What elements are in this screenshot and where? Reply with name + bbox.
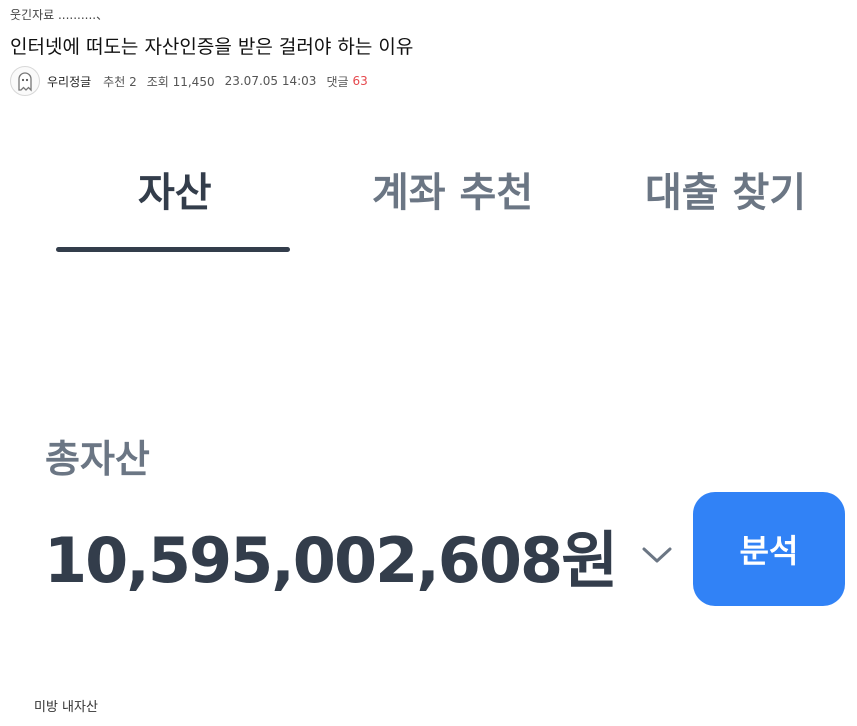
total-assets-value: 10,595,002,608원	[44, 524, 618, 597]
chevron-down-icon[interactable]	[640, 543, 674, 567]
active-tab-indicator	[56, 247, 290, 252]
post-title: 인터넷에 떠도는 자산인증을 받은 걸러야 하는 이유	[10, 36, 414, 58]
avatar[interactable]	[10, 66, 40, 96]
post-header: 웃긴자료 ..........、 인터넷에 떠도는 자산인증을 받은 걸러야 하…	[10, 6, 850, 60]
comments-count[interactable]: 63	[353, 74, 368, 88]
total-assets-row: 10,595,002,608원	[44, 510, 674, 600]
view-count: 조회 11,450	[146, 74, 215, 89]
image-caption: 미방 내자산	[34, 700, 98, 715]
post-date: 23.07.05 14:03	[224, 74, 317, 88]
tab-bar: 자산 계좌 추천 대출 찾기	[0, 150, 857, 255]
tab-account-recommend[interactable]: 계좌 추천	[372, 160, 533, 218]
post-category[interactable]: 웃긴자료 ..........、	[10, 6, 850, 24]
total-assets-label: 총자산	[45, 437, 150, 481]
tab-asset[interactable]: 자산	[138, 160, 212, 218]
analyze-button[interactable]: 분석	[693, 492, 845, 606]
author-name[interactable]: 우리정글	[47, 73, 91, 90]
recommend-count: 추천 2	[103, 74, 137, 89]
comments-label[interactable]: 댓글	[326, 73, 348, 90]
ghost-avatar-icon	[18, 72, 32, 92]
tab-loan-search[interactable]: 대출 찾기	[645, 160, 806, 218]
post-meta: 우리정글 추천 2 조회 11,450 23.07.05 14:03 댓글 63	[10, 66, 368, 96]
